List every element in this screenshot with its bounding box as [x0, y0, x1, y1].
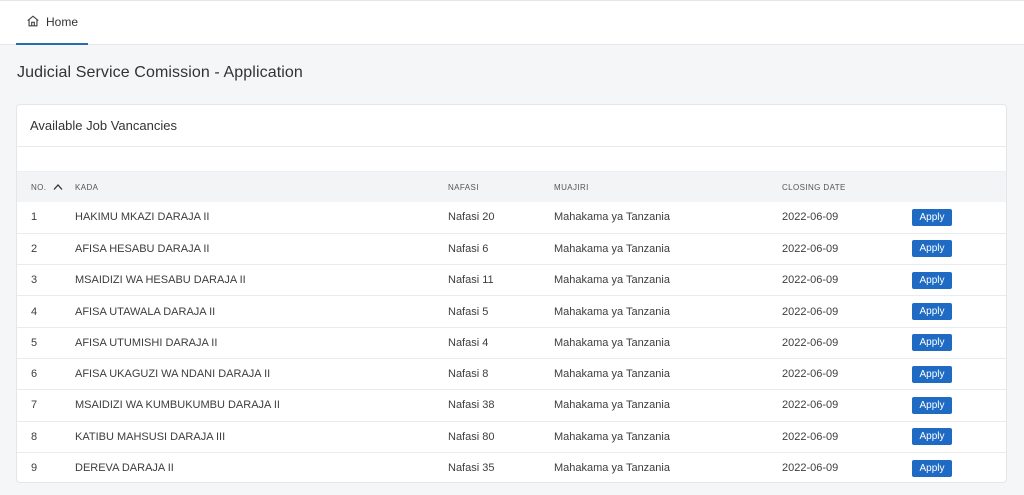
cell-no: 4	[31, 305, 38, 318]
cell-muajiri: Mahakama ya Tanzania	[554, 305, 670, 318]
apply-button[interactable]: Apply	[912, 428, 952, 446]
cell-action: Apply	[912, 390, 1006, 421]
cell-nafasi: Nafasi 5	[448, 305, 489, 318]
column-header-muajiri[interactable]: MUAJIRI	[554, 172, 782, 202]
cell-muajiri: Mahakama ya Tanzania	[554, 430, 670, 443]
table-header-row: NO. KADA NAFASI MUAJIRI CLOSING DATE	[17, 172, 1006, 202]
cell-nafasi: Nafasi 80	[448, 430, 495, 443]
cell-nafasi: Nafasi 35	[448, 462, 495, 475]
cell-muajiri: Mahakama ya Tanzania	[554, 336, 670, 349]
table-row: 4 AFISA UTAWALA DARAJA II Nafasi 5 Mahakama…	[17, 296, 1006, 328]
cell-kada: KATIBU MAHSUSI DARAJA III	[75, 430, 226, 443]
apply-button[interactable]: Apply	[912, 396, 952, 414]
cell-kada: DEREVA DARAJA II	[75, 462, 174, 475]
cell-action: Apply	[912, 202, 1006, 233]
card-toolbar-spacer	[17, 147, 1006, 172]
cell-action: Apply	[912, 327, 1006, 358]
cell-nafasi: Nafasi 38	[448, 399, 495, 412]
cell-no: 3	[31, 274, 38, 287]
cell-muajiri: Mahakama ya Tanzania	[554, 368, 670, 381]
cell-closing-date: 2022-06-09	[782, 462, 839, 475]
cell-action: Apply	[912, 265, 1006, 296]
cell-no: 5	[31, 336, 38, 349]
table-row: 6 AFISA UKAGUZI WA NDANI DARAJA II Nafasi …	[17, 358, 1006, 390]
cell-kada: MSAIDIZI WA KUMBUKUMBU DARAJA II	[75, 399, 280, 412]
column-header-no[interactable]: NO.	[17, 172, 75, 202]
cell-no: 2	[31, 242, 38, 255]
cell-closing-date: 2022-06-09	[782, 430, 839, 443]
cell-action: Apply	[912, 421, 1006, 452]
apply-button[interactable]: Apply	[912, 334, 952, 352]
table-row: 3 MSAIDIZI WA HESABU DARAJA II Nafasi 11 Ma…	[17, 265, 1006, 296]
cell-muajiri: Mahakama ya Tanzania	[554, 211, 670, 224]
cell-action: Apply	[912, 233, 1006, 264]
nav-tab-home-label: Home	[45, 15, 78, 29]
table-row: 9 DEREVA DARAJA II Nafasi 35 Mahakama ya Ta…	[17, 452, 1006, 482]
cell-no: 6	[31, 368, 38, 381]
home-icon	[26, 14, 46, 31]
table-row: 7 MSAIDIZI WA KUMBUKUMBU DARAJA II Nafasi …	[17, 390, 1006, 422]
cell-action: Apply	[912, 452, 1006, 482]
apply-button[interactable]: Apply	[912, 208, 952, 226]
cell-muajiri: Mahakama ya Tanzania	[554, 399, 670, 412]
cell-kada: HAKIMU MKAZI DARAJA II	[75, 211, 210, 224]
cell-closing-date: 2022-06-09	[782, 305, 839, 318]
cell-kada: AFISA HESABU DARAJA II	[75, 242, 210, 255]
cell-no: 1	[31, 211, 38, 224]
card-title: Available Job Vancancies	[17, 105, 1006, 147]
vacancies-card: Available Job Vancancies NO. KADA NAFASI…	[16, 104, 1007, 483]
cell-action: Apply	[912, 296, 1006, 327]
cell-closing-date: 2022-06-09	[782, 211, 839, 224]
page-title: Judicial Service Comission - Application	[17, 64, 303, 81]
table-row: 2 AFISA HESABU DARAJA II Nafasi 6 Mahakama …	[17, 233, 1006, 265]
cell-no: 8	[31, 430, 38, 443]
cell-kada: AFISA UTUMISHI DARAJA II	[75, 336, 218, 349]
table-body: 1 HAKIMU MKAZI DARAJA II Nafasi 20 Mahakama…	[17, 202, 1006, 482]
cell-nafasi: Nafasi 4	[448, 336, 489, 349]
cell-closing-date: 2022-06-09	[782, 242, 839, 255]
cell-nafasi: Nafasi 6	[448, 242, 489, 255]
cell-muajiri: Mahakama ya Tanzania	[554, 274, 670, 287]
apply-button[interactable]: Apply	[912, 303, 952, 321]
cell-no: 7	[31, 399, 38, 412]
cell-no: 9	[31, 462, 38, 475]
cell-closing-date: 2022-06-09	[782, 336, 839, 349]
apply-button[interactable]: Apply	[912, 365, 952, 383]
apply-button[interactable]: Apply	[912, 271, 952, 289]
column-header-nafasi[interactable]: NAFASI	[448, 172, 554, 202]
column-header-no-label: NO.	[31, 182, 47, 192]
column-header-kada[interactable]: KADA	[75, 172, 448, 202]
column-header-closing-date[interactable]: CLOSING DATE	[782, 172, 912, 202]
nav-tab-home[interactable]: Home	[16, 1, 88, 45]
cell-kada: AFISA UKAGUZI WA NDANI DARAJA II	[75, 368, 271, 381]
cell-muajiri: Mahakama ya Tanzania	[554, 462, 670, 475]
cell-closing-date: 2022-06-09	[782, 399, 839, 412]
column-header-action	[912, 172, 1006, 202]
vacancies-table: NO. KADA NAFASI MUAJIRI CLOSING DATE 1 HA…	[17, 172, 1006, 482]
cell-nafasi: Nafasi 11	[448, 274, 494, 287]
cell-muajiri: Mahakama ya Tanzania	[554, 242, 670, 255]
cell-kada: MSAIDIZI WA HESABU DARAJA II	[75, 274, 246, 287]
cell-closing-date: 2022-06-09	[782, 368, 839, 381]
table-row: 5 AFISA UTUMISHI DARAJA II Nafasi 4 Mahakam…	[17, 327, 1006, 359]
apply-button[interactable]: Apply	[912, 459, 952, 477]
table-row: 1 HAKIMU MKAZI DARAJA II Nafasi 20 Mahakama…	[17, 202, 1006, 234]
cell-closing-date: 2022-06-09	[782, 274, 839, 287]
cell-kada: AFISA UTAWALA DARAJA II	[75, 305, 216, 318]
table-row: 8 KATIBU MAHSUSI DARAJA III Nafasi 80 Mahak…	[17, 421, 1006, 453]
cell-nafasi: Nafasi 20	[448, 211, 495, 224]
top-navigation: Home	[0, 0, 1024, 45]
apply-button[interactable]: Apply	[912, 240, 952, 258]
cell-action: Apply	[912, 358, 1006, 389]
chevron-up-icon[interactable]	[53, 183, 63, 191]
cell-nafasi: Nafasi 8	[448, 368, 489, 381]
